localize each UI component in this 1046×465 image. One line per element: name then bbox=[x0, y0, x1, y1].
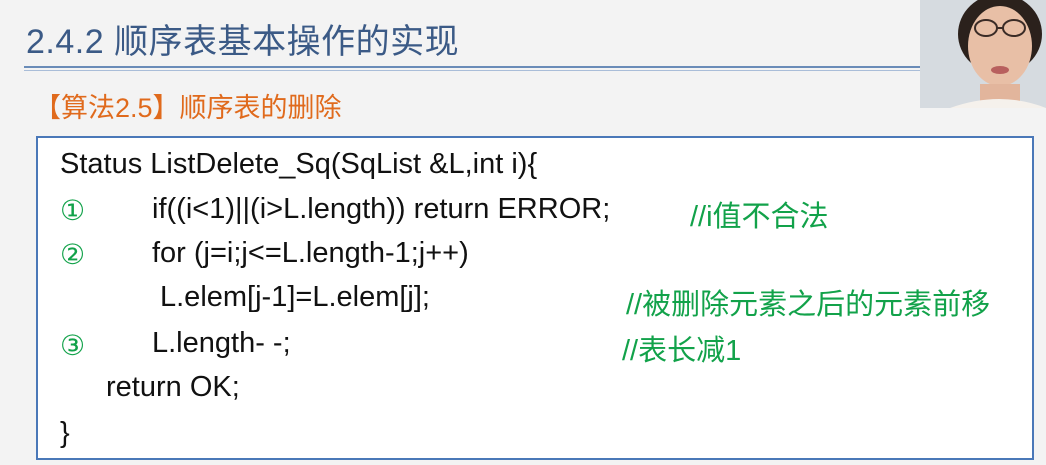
return-line: return OK; bbox=[106, 371, 240, 403]
presenter-video bbox=[920, 0, 1046, 108]
comment-3: //被删除元素之后的元素前移 bbox=[626, 289, 991, 321]
algorithm-heading: 【算法2.5】顺序表的删除 bbox=[34, 93, 342, 123]
code-line-2: for (j=i;j<=L.length-1;j++) bbox=[152, 237, 469, 269]
function-signature: Status ListDelete_Sq(SqList &L,int i){ bbox=[60, 148, 538, 180]
code-box: Status ListDelete_Sq(SqList &L,int i){ ①… bbox=[36, 136, 1034, 460]
code-line-3: L.elem[j-1]=L.elem[j]; bbox=[160, 281, 430, 313]
title-rule bbox=[24, 66, 920, 68]
step-marker-1: ① bbox=[60, 195, 86, 226]
presenter-video-icon bbox=[920, 0, 1046, 108]
title-rule-thin bbox=[24, 70, 920, 71]
step-marker-2: ② bbox=[60, 239, 86, 270]
comment-4: //表长减1 bbox=[622, 335, 742, 367]
closing-brace: } bbox=[60, 417, 70, 449]
comment-1: //i值不合法 bbox=[690, 201, 829, 233]
slide-title: 2.4.2 顺序表基本操作的实现 bbox=[26, 23, 460, 61]
code-line-4: L.length- -; bbox=[152, 327, 291, 359]
step-marker-3: ③ bbox=[60, 330, 86, 361]
slide: 2.4.2 顺序表基本操作的实现 【算法2.5】顺序表的删除 Status Li… bbox=[0, 0, 1046, 465]
code-line-1: if((i<1)||(i>L.length)) return ERROR; bbox=[152, 193, 611, 225]
